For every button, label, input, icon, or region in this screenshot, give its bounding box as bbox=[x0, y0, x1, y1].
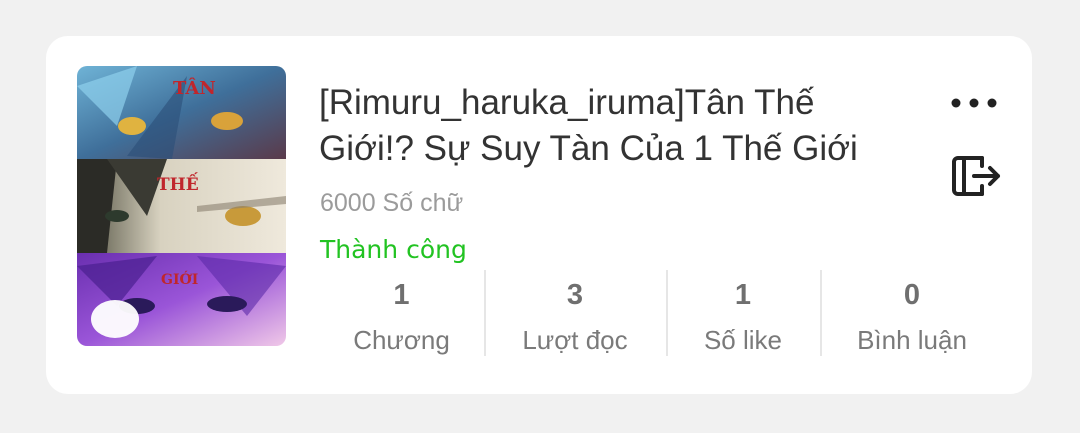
story-stats: 1 Chương 3 Lượt đọc 1 Số like 0 Bình luậ… bbox=[319, 266, 1004, 358]
exit-icon bbox=[952, 156, 1000, 196]
stat-chapters: 1 Chương bbox=[319, 266, 484, 358]
cover-text-2: THẾ bbox=[157, 172, 199, 195]
stat-label: Lượt đọc bbox=[522, 325, 628, 355]
word-count: 6000 Số chữ bbox=[320, 189, 464, 217]
exit-button[interactable] bbox=[946, 146, 1006, 206]
status-label: Thành công bbox=[320, 235, 467, 264]
stat-label: Chương bbox=[353, 325, 450, 355]
stat-value: 1 bbox=[734, 279, 752, 311]
more-horizontal-icon bbox=[951, 98, 997, 108]
cover-text-1: TÂN bbox=[173, 76, 216, 99]
stat-likes: 1 Số like bbox=[666, 266, 820, 358]
stat-value: 3 bbox=[566, 279, 584, 311]
stat-value: 1 bbox=[393, 279, 410, 311]
stat-comments: 0 Bình luận bbox=[820, 266, 1004, 358]
story-cover-image[interactable]: TÂN THẾ GIỚI bbox=[77, 66, 286, 346]
cover-text-3: GIỚI bbox=[161, 270, 198, 288]
stat-reads: 3 Lượt đọc bbox=[484, 266, 666, 358]
more-options-button[interactable] bbox=[944, 88, 1004, 118]
stat-label: Bình luận bbox=[857, 325, 967, 355]
story-card[interactable]: TÂN THẾ GIỚI [Rimuru_haruka_iruma]Tân Th… bbox=[46, 36, 1032, 394]
story-title[interactable]: [Rimuru_haruka_iruma]Tân Thế Giới!? Sự S… bbox=[319, 80, 909, 172]
stat-value: 0 bbox=[903, 279, 921, 311]
stat-label: Số like bbox=[703, 325, 783, 355]
